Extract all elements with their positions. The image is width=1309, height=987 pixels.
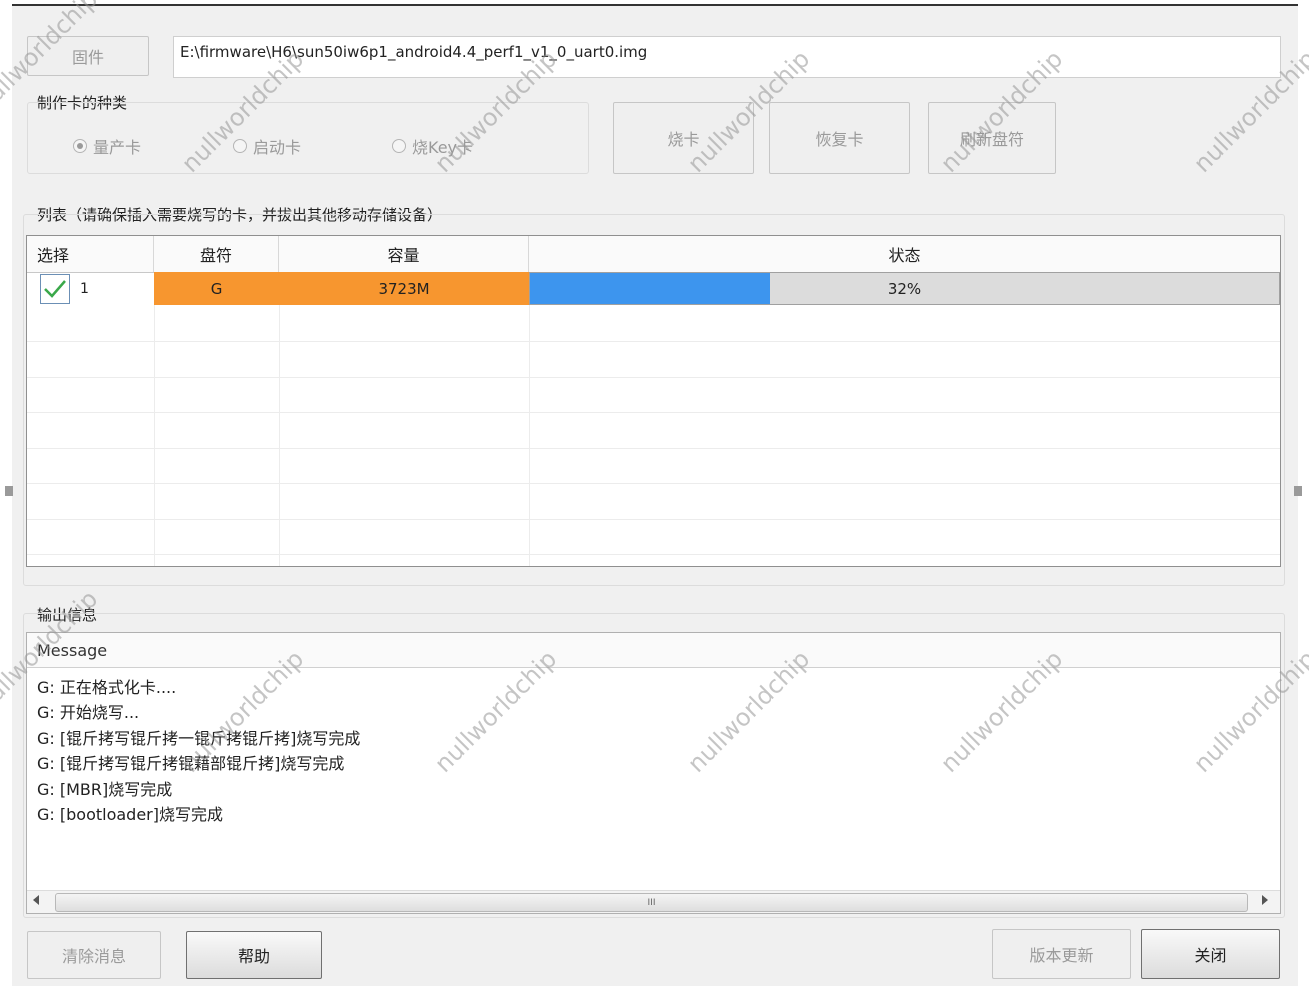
message-list[interactable]: Message G: 正在格式化卡.... G: 开始烧写... G: [锟斤拷… [26, 632, 1281, 914]
help-label: 帮助 [237, 947, 270, 966]
table-header: 选择 盘符 容量 状态 [27, 236, 1280, 273]
drive-cell: G [154, 272, 279, 305]
drive-letter: G [210, 279, 223, 298]
grid-line [154, 272, 155, 566]
version-update-button[interactable]: 版本更新 [992, 929, 1131, 979]
message-column-header[interactable]: Message [27, 633, 1280, 668]
grid-line [279, 272, 280, 566]
radio-label: 烧Key卡 [412, 138, 474, 157]
message-line: G: [锟斤拷写锟斤拷锟藉部锟斤拷]烧写完成 [37, 754, 345, 773]
column-status-label: 状态 [888, 246, 921, 265]
row-index: 1 [80, 280, 89, 297]
grid-line [27, 554, 1280, 555]
scroll-left-arrow-icon[interactable] [33, 895, 39, 905]
firmware-button[interactable]: 固件 [27, 36, 149, 76]
column-select[interactable]: 选择 [27, 236, 154, 272]
column-capacity[interactable]: 容量 [279, 236, 529, 272]
radio-selected-indicator [73, 139, 87, 153]
select-cell[interactable]: 1 [27, 272, 154, 305]
scroll-thumb[interactable]: III [55, 893, 1248, 912]
help-button[interactable]: 帮助 [186, 931, 322, 979]
burn-card-button[interactable]: 烧卡 [613, 102, 754, 174]
row-checkbox[interactable] [40, 273, 70, 304]
firmware-button-label: 固件 [71, 48, 104, 67]
grid-line [27, 412, 1280, 413]
clear-messages-label: 清除消息 [61, 947, 126, 966]
column-drive-label: 盘符 [199, 246, 232, 265]
firmware-path-field[interactable]: E:\firmware\H6\sun50iw6p1_android4.4_per… [173, 36, 1281, 78]
refresh-drives-label: 刷新盘符 [959, 130, 1024, 149]
scroll-right-arrow-icon[interactable] [1262, 895, 1268, 905]
grid-line [529, 272, 530, 566]
radio-key-card[interactable]: 烧Key卡 [392, 134, 473, 158]
restore-card-button[interactable]: 恢复卡 [769, 102, 910, 174]
left-resize-handle[interactable] [5, 486, 13, 496]
radio-indicator [392, 139, 406, 153]
column-select-label: 选择 [37, 246, 70, 265]
clear-messages-button[interactable]: 清除消息 [27, 931, 161, 979]
progress-text: 32% [887, 279, 922, 298]
right-resize-handle[interactable] [1294, 486, 1302, 496]
radio-mass-production-card[interactable]: 量产卡 [73, 134, 141, 158]
message-line: G: 正在格式化卡.... [37, 678, 177, 697]
refresh-drives-button[interactable]: 刷新盘符 [928, 102, 1056, 174]
message-line: G: [锟斤拷写锟斤拷一锟斤拷锟斤拷]烧写完成 [37, 729, 361, 748]
close-label: 关闭 [1194, 946, 1227, 965]
grid-line [27, 377, 1280, 378]
capacity-value: 3723M [378, 279, 430, 298]
message-line: G: 开始烧写... [37, 703, 140, 722]
radio-label: 启动卡 [253, 138, 302, 157]
capacity-cell: 3723M [279, 272, 529, 305]
message-line: G: [bootloader]烧写完成 [37, 805, 223, 824]
scroll-grip: III [647, 897, 656, 908]
horizontal-scrollbar[interactable]: III [27, 890, 1280, 913]
close-button[interactable]: 关闭 [1141, 929, 1280, 979]
message-line: G: [MBR]烧写完成 [37, 780, 173, 799]
grid-line [27, 448, 1280, 449]
grid-line [27, 483, 1280, 484]
burn-tool-window: 固件 E:\firmware\H6\sun50iw6p1_android4.4_… [12, 4, 1298, 986]
version-update-label: 版本更新 [1029, 946, 1094, 965]
radio-indicator [233, 139, 247, 153]
progress-bar: 32% [529, 272, 1280, 305]
device-table: 选择 盘符 容量 状态 1 G 3723M 32% [26, 235, 1281, 567]
restore-card-label: 恢复卡 [815, 130, 864, 149]
column-drive[interactable]: 盘符 [154, 236, 279, 272]
column-status[interactable]: 状态 [529, 236, 1280, 272]
column-capacity-label: 容量 [387, 246, 420, 265]
grid-line [27, 341, 1280, 342]
message-column-label: Message [37, 640, 108, 660]
radio-boot-card[interactable]: 启动卡 [233, 134, 301, 158]
progress-fill [530, 273, 770, 304]
firmware-path-text: E:\firmware\H6\sun50iw6p1_android4.4_per… [180, 43, 648, 61]
radio-label: 量产卡 [93, 138, 142, 157]
burn-card-label: 烧卡 [667, 130, 700, 149]
check-icon [44, 279, 66, 298]
grid-line [27, 519, 1280, 520]
